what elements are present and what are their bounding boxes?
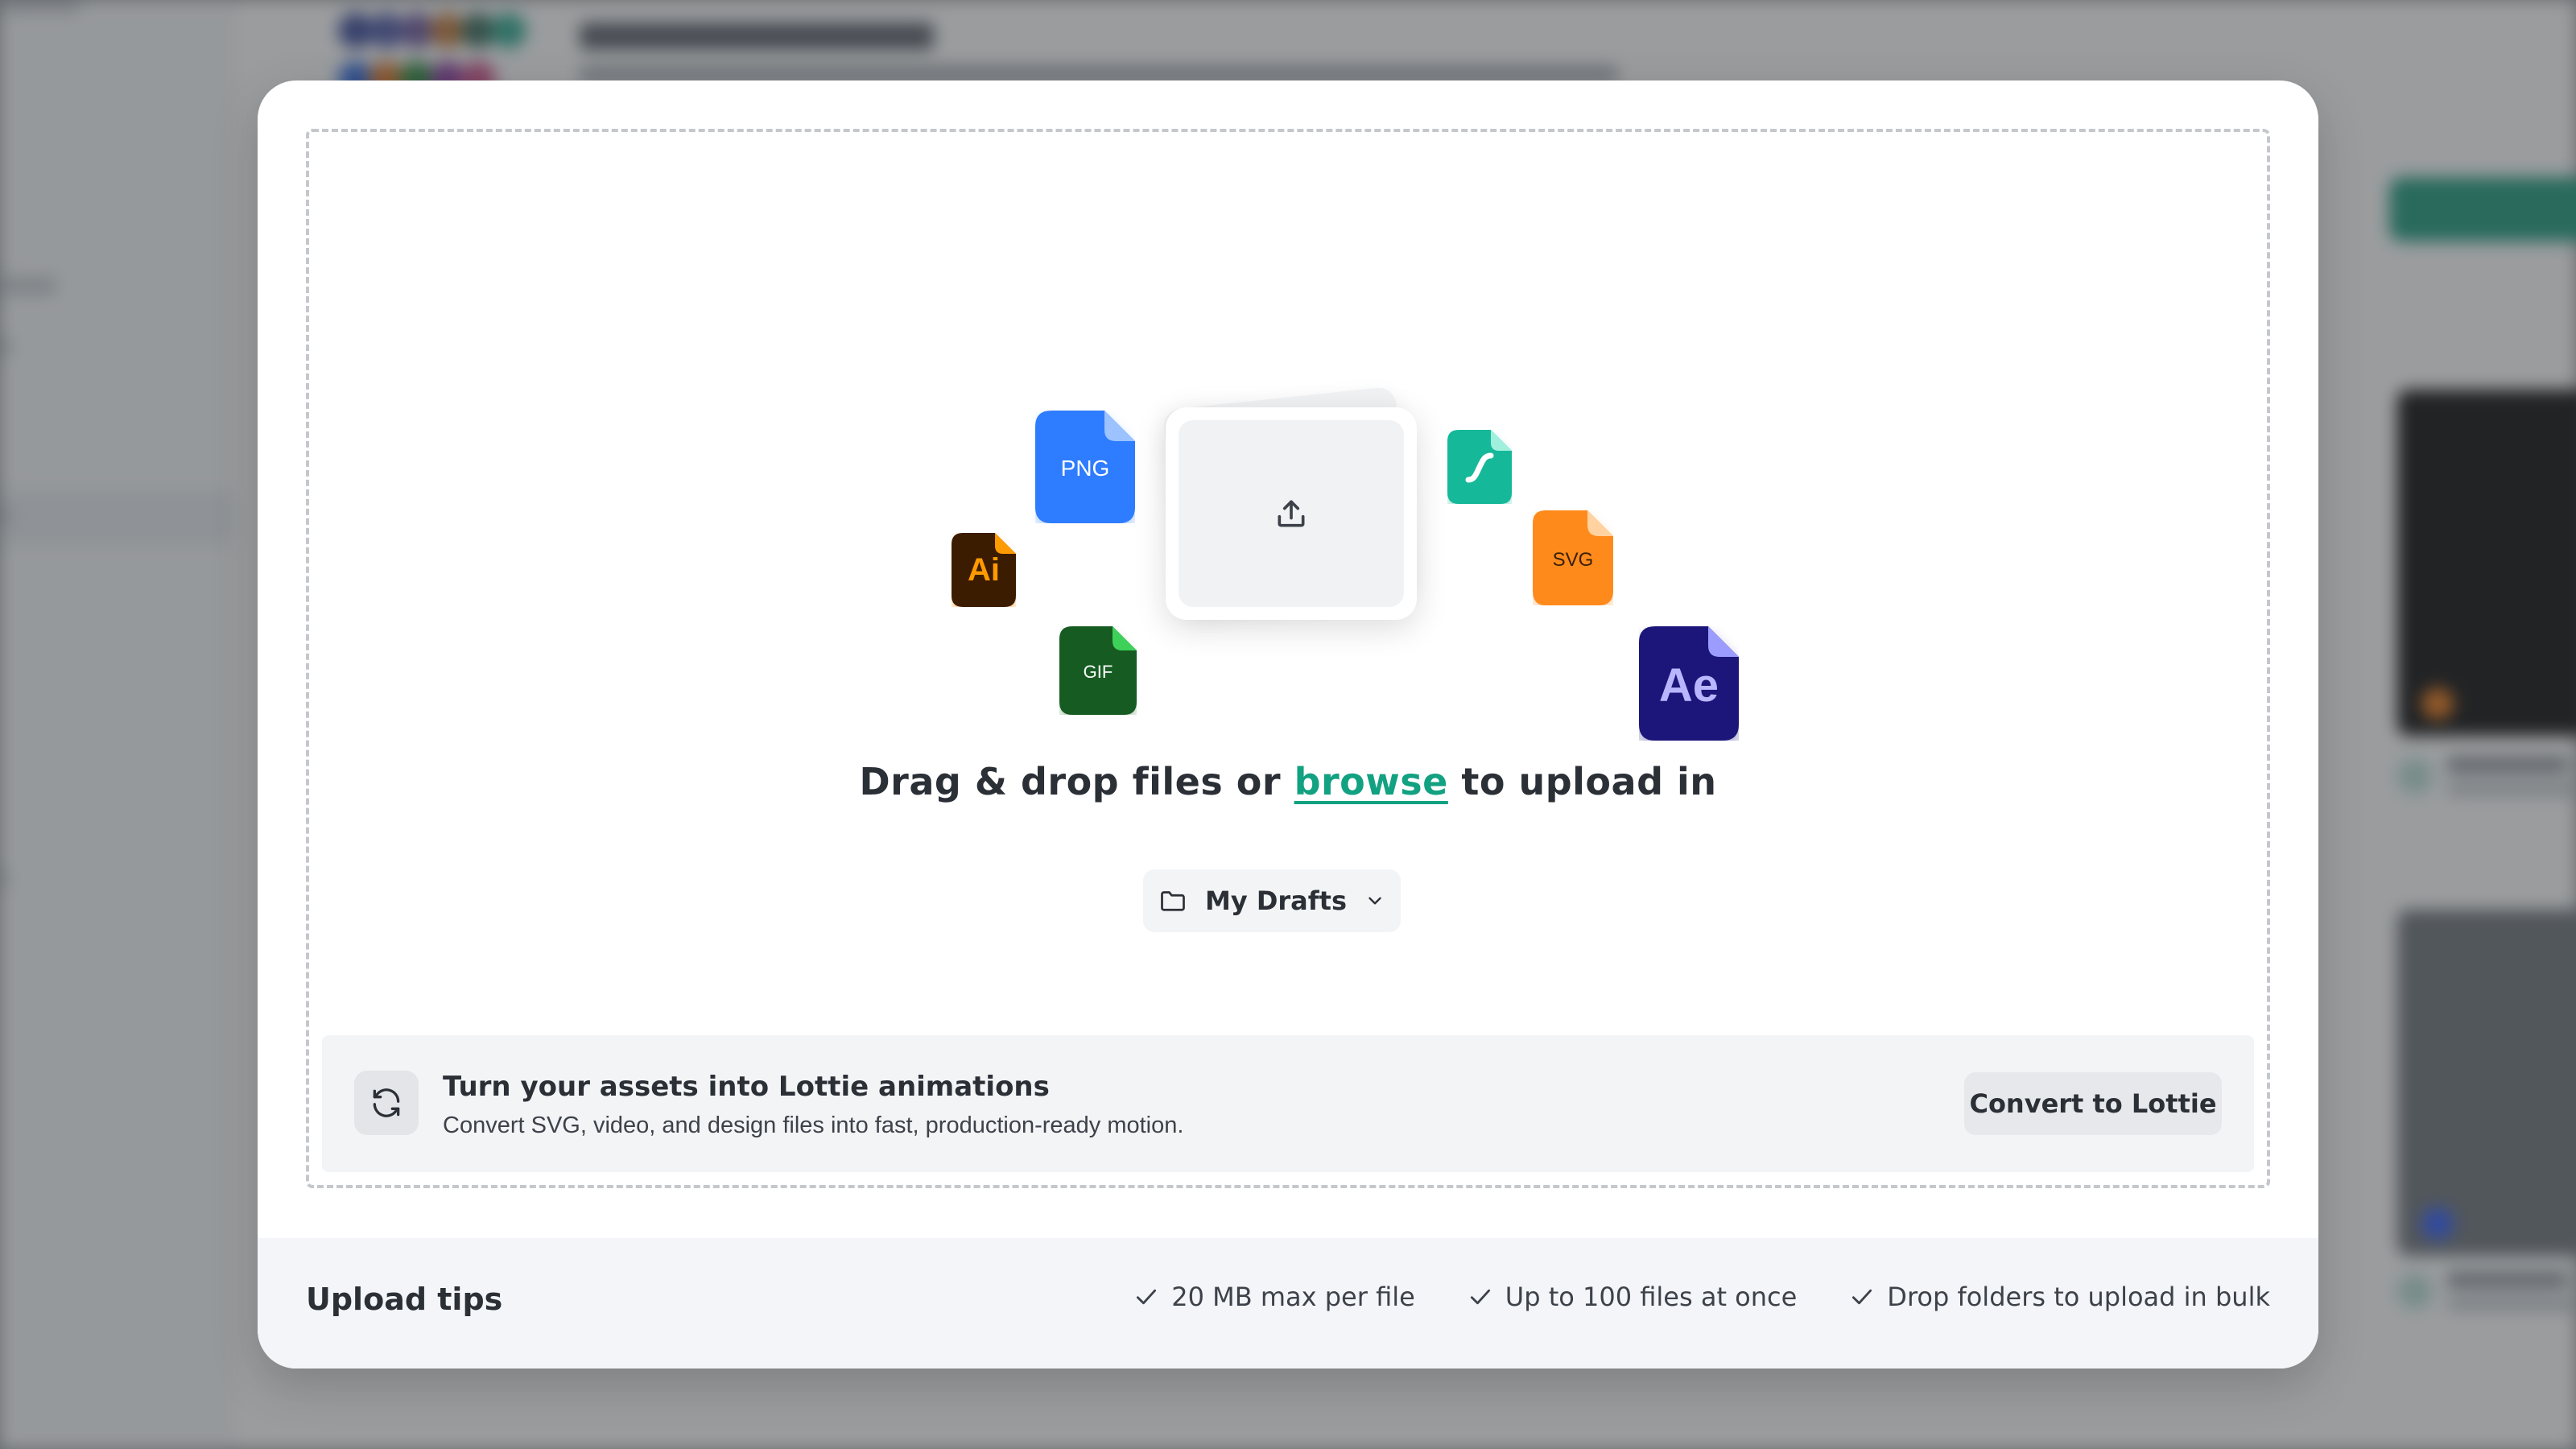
- upload-tips-footer: Upload tips 20 MB max per file Up to 100…: [258, 1238, 2318, 1368]
- upload-dropzone[interactable]: PNG Ai GIF SVG Ae Drag & drop files or b…: [306, 129, 2270, 1188]
- upload-tips-title: Upload tips: [306, 1282, 503, 1317]
- folder-icon: [1161, 891, 1185, 911]
- convert-title: Turn your assets into Lottie animations: [443, 1071, 1050, 1103]
- gif-file-icon: GIF: [1059, 626, 1137, 715]
- upload-tip: Drop folders to upload in bulk: [1848, 1282, 2270, 1312]
- upload-tip: 20 MB max per file: [1133, 1282, 1415, 1312]
- convert-icon-box: [354, 1071, 419, 1135]
- convert-to-lottie-banner: Turn your assets into Lottie animations …: [322, 1035, 2254, 1172]
- upload-modal: PNG Ai GIF SVG Ae Drag & drop files or b…: [258, 80, 2318, 1368]
- upload-card: [1166, 407, 1417, 620]
- upload-icon: [1278, 500, 1305, 527]
- refresh-icon: [373, 1088, 400, 1117]
- png-file-icon: PNG: [1035, 411, 1135, 523]
- drop-instructions: Drag & drop files or browse to upload in: [859, 760, 1717, 803]
- file-types-illustration: PNG Ai GIF SVG Ae: [309, 132, 2273, 741]
- check-icon: [1470, 1289, 1490, 1305]
- svg-file-icon: SVG: [1533, 510, 1613, 605]
- check-icon: [1852, 1289, 1872, 1305]
- illustrator-file-icon: Ai: [952, 533, 1016, 607]
- upload-tip: Up to 100 files at once: [1467, 1282, 1797, 1312]
- folder-label: My Drafts: [1204, 886, 1348, 916]
- upload-tips-list: 20 MB max per file Up to 100 files at on…: [1133, 1282, 2270, 1312]
- lottie-file-icon: [1447, 430, 1512, 504]
- chevron-down-icon: [1368, 897, 1381, 905]
- destination-folder-dropdown[interactable]: My Drafts: [1143, 869, 1401, 932]
- convert-to-lottie-button[interactable]: Convert to Lottie: [1964, 1072, 2222, 1135]
- browse-link[interactable]: browse: [1294, 760, 1448, 803]
- check-icon: [1137, 1289, 1157, 1305]
- convert-description: Convert SVG, video, and design files int…: [443, 1113, 1184, 1138]
- after-effects-file-icon: Ae: [1639, 626, 1739, 741]
